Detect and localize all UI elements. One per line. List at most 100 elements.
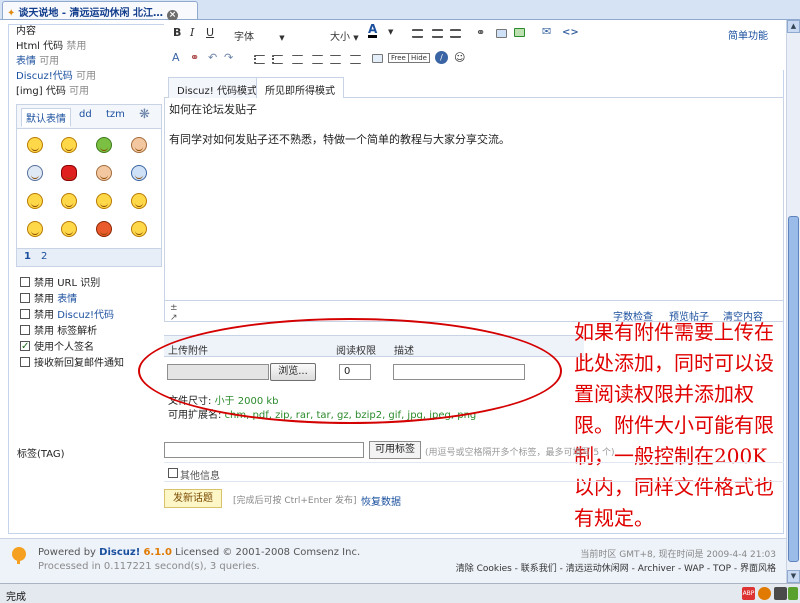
redo-icon[interactable]: ↷ (224, 51, 233, 64)
tab-wysiwyg-mode[interactable]: 所见即所得模式 (256, 77, 344, 99)
underline-icon[interactable]: U (206, 26, 214, 39)
float-right-icon[interactable] (350, 55, 361, 64)
smiley-icon[interactable] (131, 193, 147, 209)
vertical-scrollbar[interactable]: ▲ ▼ (786, 20, 800, 583)
smiley-icon[interactable] (131, 165, 147, 181)
unlink-icon[interactable]: ⚭ (190, 51, 199, 64)
tab-tzm-smilies[interactable]: tzm (106, 109, 125, 120)
bold-icon[interactable]: B (173, 26, 181, 39)
smiley-page-2[interactable]: 2 (41, 251, 47, 262)
footer-links[interactable]: 清除 Cookies - 联系我们 - 清远运动休闲网 - Archiver -… (456, 561, 776, 574)
smiley-icon[interactable] (96, 193, 112, 209)
smiley-icon[interactable] (27, 137, 43, 153)
indent-icon[interactable] (312, 55, 323, 64)
checkbox-checked[interactable] (20, 339, 30, 354)
other-info-toggle[interactable]: 其他信息 (164, 462, 784, 482)
available-tags-button[interactable]: 可用标签 (369, 441, 421, 459)
align-center-icon[interactable] (432, 29, 443, 38)
align-left-icon[interactable] (412, 29, 423, 38)
editor-toolbar: B I U 字体 ▼ 大小 ▼ A ▼ ⚭ ✉ <> 简单功能 A ⚭ ↶ ↷ … (164, 20, 784, 70)
media-icon[interactable] (514, 28, 525, 37)
flash-icon[interactable]: / (435, 51, 448, 64)
smiley-icon[interactable] (131, 137, 147, 153)
smilies-status[interactable]: 表情 可用 (16, 54, 164, 69)
smiley-icon[interactable] (61, 137, 77, 153)
smiley-icon[interactable] (27, 221, 43, 237)
security-icon[interactable] (788, 587, 798, 600)
smiley-page-1[interactable]: 1 (24, 251, 31, 262)
scroll-thumb[interactable] (788, 216, 799, 562)
font-color-icon[interactable]: A (368, 23, 378, 38)
tab-discuz-code-mode[interactable]: Discuz! 代码模式 (168, 77, 266, 98)
smiley-icon[interactable] (27, 193, 43, 209)
quote-icon[interactable]: ✉ (542, 25, 551, 38)
tab-dd-smilies[interactable]: dd (79, 109, 92, 120)
annotation-text: 如果有附件需要上传在此处添加，同时可以设置阅读权限并添加权限。附件大小可能有限制… (574, 320, 774, 530)
other-info-label: 其他信息 (180, 471, 220, 482)
table-icon[interactable] (372, 54, 383, 63)
checkbox[interactable] (20, 309, 30, 319)
browser-tab[interactable]: ✦ 谈天说地 - 清远运动休闲 北江… × (2, 1, 198, 21)
ordered-list-icon[interactable] (254, 55, 265, 64)
restore-data-link[interactable]: 恢复数据 (361, 493, 401, 508)
editor-mode-tabs: Discuz! 代码模式 所见即所得模式 (164, 76, 784, 99)
italic-icon[interactable]: I (190, 26, 194, 39)
float-left-icon[interactable] (330, 55, 341, 64)
smiley-pagination: 1 2 (17, 248, 161, 266)
remove-format-icon[interactable]: A (172, 51, 180, 64)
firefox-icon[interactable] (758, 587, 771, 600)
browser-status-bar: 完成 ABP (0, 583, 800, 603)
html-code-status: Html 代码 禁用 (16, 41, 87, 52)
checkbox[interactable] (20, 357, 30, 367)
post-title-line: 如何在论坛发贴子 (169, 103, 257, 116)
img-code-status: [img] 代码 可用 (16, 86, 90, 97)
checkbox[interactable] (20, 293, 30, 303)
scroll-down-arrow-icon[interactable]: ▼ (787, 570, 800, 583)
qq-icon[interactable]: ☺ (454, 51, 465, 64)
checkbox[interactable] (168, 468, 178, 478)
tag-hint: (用逗号或空格隔开多个标签，最多可填写 5 个) (425, 448, 615, 458)
smiley-icon[interactable] (61, 221, 77, 237)
discuz-code-status[interactable]: Discuz!代码 可用 (16, 69, 164, 84)
checkbox[interactable] (20, 325, 30, 335)
image-icon[interactable] (496, 29, 507, 38)
adblock-icon[interactable]: ABP (742, 587, 755, 600)
smiley-panel: 默认表情 dd tzm ❋ 1 2 (16, 104, 162, 267)
tab-default-smilies[interactable]: 默认表情 (21, 108, 71, 127)
product-link[interactable]: Discuz! (99, 547, 140, 558)
smiley-icon[interactable] (131, 221, 147, 237)
option-disable-smilies[interactable]: 禁用 表情 (20, 292, 164, 308)
option-disable-url[interactable]: 禁用 URL 识别 (20, 276, 164, 292)
color-dropdown-icon[interactable]: ▼ (388, 28, 393, 36)
smiley-icon[interactable] (61, 165, 77, 181)
submit-topic-button[interactable]: 发新话题 (164, 489, 222, 508)
annotation-ellipse (138, 318, 562, 424)
status-text: 完成 (6, 592, 26, 603)
scroll-up-arrow-icon[interactable]: ▲ (787, 20, 800, 33)
smiley-settings-icon[interactable]: ❋ (139, 107, 150, 122)
smiley-icon[interactable] (96, 137, 112, 153)
smiley-icon[interactable] (96, 221, 112, 237)
resize-icon[interactable]: ± ↗ (170, 303, 178, 323)
smiley-icon[interactable] (61, 193, 77, 209)
tag-input[interactable] (164, 442, 364, 458)
addon-icon[interactable] (774, 587, 787, 600)
post-editor[interactable]: 如何在论坛发贴子 有同学对如何发贴子还不熟悉，特做一个简单的教程与大家分享交流。 (164, 98, 784, 300)
smiley-icon[interactable] (96, 165, 112, 181)
hide-icon[interactable]: Hide (408, 53, 430, 63)
link-icon[interactable]: ⚭ (476, 26, 485, 39)
unordered-list-icon[interactable] (272, 55, 283, 64)
align-right-icon[interactable] (450, 29, 461, 38)
size-select[interactable]: 大小 ▼ (330, 28, 359, 43)
simple-mode-link[interactable]: 简单功能 (728, 27, 768, 42)
font-select[interactable]: 字体 ▼ (234, 28, 285, 43)
option-disable-tag-parse[interactable]: 禁用 标签解析 (20, 324, 164, 340)
option-use-signature[interactable]: 使用个人签名 (20, 339, 164, 356)
undo-icon[interactable]: ↶ (208, 51, 217, 64)
checkbox[interactable] (20, 277, 30, 287)
code-icon[interactable]: <> (562, 27, 579, 38)
free-icon[interactable]: Free (388, 53, 409, 63)
outdent-icon[interactable] (292, 55, 303, 64)
smiley-icon[interactable] (27, 165, 43, 181)
option-disable-discuz-code[interactable]: 禁用 Discuz!代码 (20, 308, 164, 324)
